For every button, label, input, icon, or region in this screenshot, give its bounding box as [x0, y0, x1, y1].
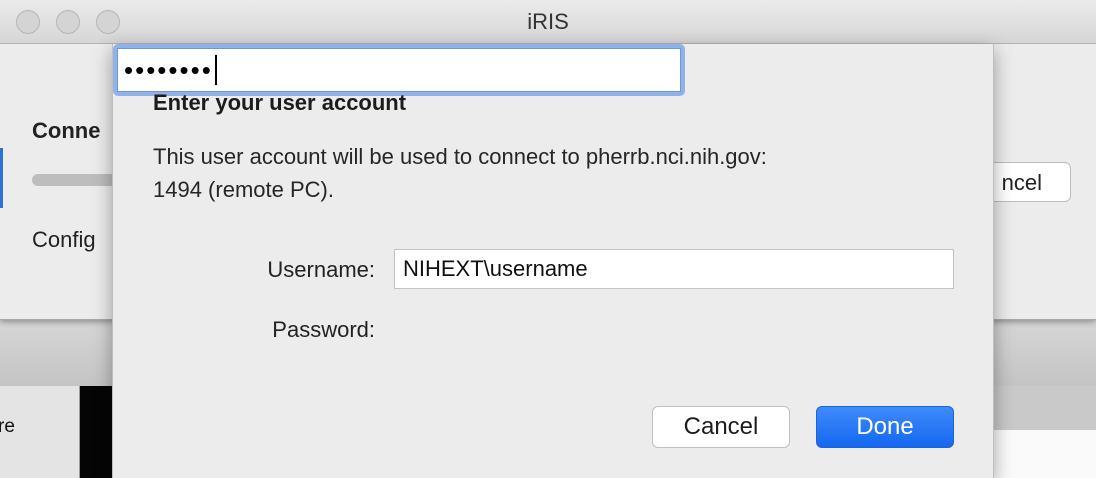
- username-label: Username:: [267, 257, 375, 282]
- sheet-message: This user account will be used to connec…: [153, 144, 767, 202]
- password-mask: ••••••••: [124, 55, 213, 85]
- connection-status-text: Config: [32, 227, 96, 252]
- password-label: Password:: [272, 317, 375, 342]
- window-title: iRIS: [527, 9, 569, 34]
- title-bar[interactable]: iRIS: [0, 0, 1096, 44]
- background-panel-text: re: [0, 416, 15, 437]
- connecting-heading: Conne: [32, 118, 101, 143]
- sheet-title: Enter your user account: [153, 90, 407, 115]
- password-field[interactable]: ••••••••: [113, 44, 685, 96]
- user-account-sheet: Enter your user account This user accoun…: [112, 44, 994, 478]
- username-value: NIHEXT\username: [403, 256, 588, 281]
- text-caret: [214, 55, 217, 85]
- cancel-button[interactable]: Cancel: [652, 406, 790, 448]
- background-white-area: [990, 430, 1096, 478]
- left-edge-accent: [0, 148, 3, 208]
- password-input[interactable]: ••••••••: [117, 48, 681, 92]
- username-field[interactable]: NIHEXT\username: [394, 249, 954, 289]
- done-button[interactable]: Done: [816, 406, 954, 448]
